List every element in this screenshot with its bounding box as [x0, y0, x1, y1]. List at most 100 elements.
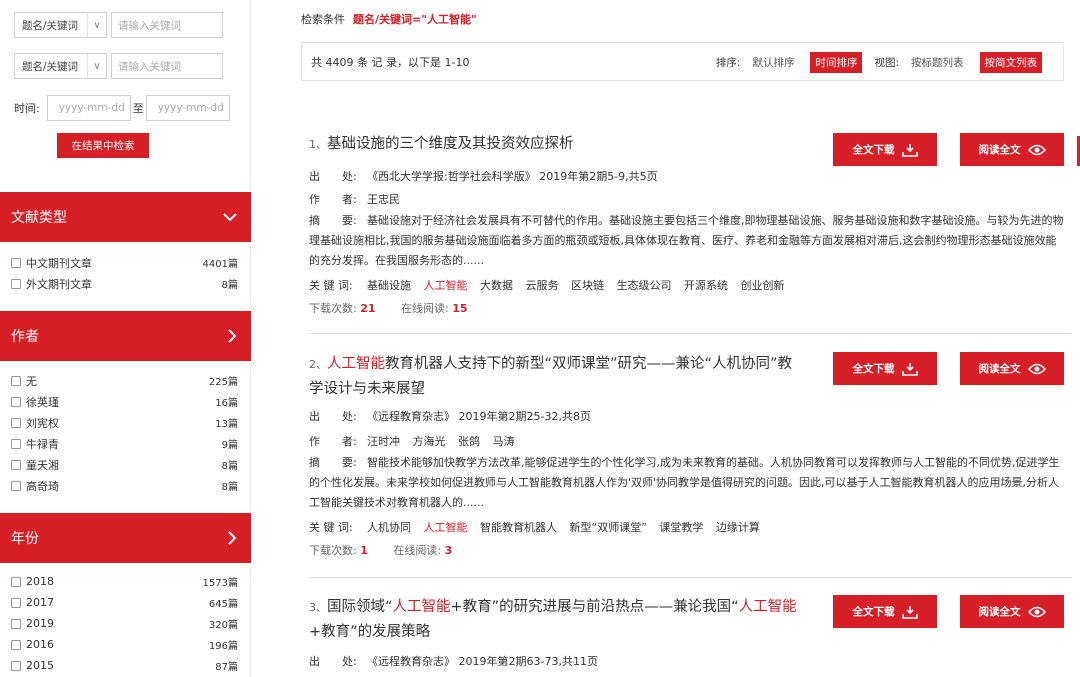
date-from-input[interactable]: yyyy-mm-dd — [46, 95, 131, 121]
read-fulltext-button[interactable]: 阅读全文 — [960, 352, 1064, 385]
checkbox[interactable] — [11, 618, 21, 629]
facet-item[interactable]: 牛禄青 9篇 — [11, 433, 238, 454]
download-fulltext-button[interactable]: 全文下载 — [833, 133, 937, 166]
keyword-link[interactable]: 人机协同 — [367, 521, 411, 534]
read-fulltext-button[interactable]: 阅读全文 — [960, 133, 1064, 166]
view-abstract-list-button[interactable]: 按简文列表 — [979, 52, 1042, 73]
keyword-link[interactable]: 开源系统 — [684, 279, 728, 292]
author-link[interactable]: 马涛 — [493, 435, 515, 448]
facet-item[interactable]: 2019 320篇 — [11, 613, 238, 634]
field-select-2[interactable]: 题名/关键词 ∨ — [14, 53, 107, 79]
download-label: 全文下载 — [852, 606, 895, 618]
facet-item[interactable]: 刘宪权 13篇 — [11, 412, 238, 433]
abstract: 摘 要: 基础设施对于经济社会发展具有不可替代的作用。基础设施主要包括三个维度,即… — [309, 211, 1065, 271]
result-title-link[interactable]: 1、基础设施的三个维度及其投资效应探析 — [309, 132, 809, 157]
title-part: +教育”的研究进展与前沿热点——兼论我国“ — [450, 599, 739, 615]
facet-title: 文献类型 — [11, 210, 67, 226]
keyword-link[interactable]: 课堂教学 — [659, 521, 703, 534]
checkbox[interactable] — [11, 278, 21, 289]
keyword-input-1[interactable]: 请输入关键词 — [111, 12, 223, 38]
facet-header-author[interactable]: 作者 — [0, 311, 251, 361]
facet-header-year[interactable]: 年份 — [0, 513, 251, 563]
facet-item[interactable]: 2018 1573篇 — [11, 571, 238, 592]
author-key: 作 者: — [309, 193, 357, 206]
facet-item-count: 87篇 — [215, 662, 238, 673]
checkbox[interactable] — [11, 396, 21, 407]
keyword-link[interactable]: 区块链 — [571, 279, 604, 292]
facet-item-label: 外文期刊文章 — [26, 277, 92, 291]
facet-item-label: 高奇琦 — [26, 479, 59, 493]
checkbox[interactable] — [11, 597, 21, 608]
keyword-link[interactable]: 人工智能 — [424, 279, 468, 292]
author-link[interactable]: 王忠民 — [367, 191, 400, 207]
date-to-input[interactable]: yyyy-mm-dd — [145, 95, 230, 121]
author-link[interactable]: 汪时冲 — [367, 435, 400, 448]
field-select-1-label: 题名/关键词 — [22, 19, 79, 32]
sort-view-controls: 排序: 默认排序 时间排序 视图: 按标题列表 按简文列表 — [716, 52, 1042, 73]
download-label: 全文下载 — [852, 144, 895, 156]
keyword-link[interactable]: 人工智能 — [424, 521, 468, 534]
checkbox[interactable] — [11, 660, 21, 671]
checkbox[interactable] — [11, 375, 21, 386]
facet-item[interactable]: 外文期刊文章 8篇 — [11, 273, 238, 294]
author-link[interactable]: 方海光 — [413, 435, 446, 448]
downloads-count: 1 — [360, 544, 368, 557]
keyword-link[interactable]: 创业创新 — [741, 279, 785, 292]
facet-item[interactable]: 中文期刊文章 4401篇 — [11, 252, 238, 273]
sort-time-button[interactable]: 时间排序 — [810, 52, 863, 73]
keyword-link[interactable]: 智能教育机器人 — [480, 521, 557, 534]
checkbox[interactable] — [11, 576, 21, 587]
facet-item[interactable]: 童天湘 8篇 — [11, 454, 238, 475]
sort-default-link[interactable]: 默认排序 — [752, 55, 794, 70]
facet-item[interactable]: 徐英瑾 16篇 — [11, 391, 238, 412]
result-title-link[interactable]: 2、人工智能教育机器人支持下的新型“双师课堂”研究——兼论“人机协同”教学设计与… — [309, 352, 799, 401]
author-link[interactable]: 张鸽 — [458, 435, 480, 448]
keyword-input-2[interactable]: 请输入关键词 — [111, 53, 223, 79]
source-value[interactable]: 《远程教育杂志》 2019年第2期63-73,共11页 — [367, 653, 598, 669]
facet-item[interactable]: 2015 87篇 — [11, 655, 238, 676]
search-row-1: 题名/关键词 ∨ 请输入关键词 — [14, 12, 223, 38]
keyword-link[interactable]: 生态级公司 — [617, 279, 672, 292]
result-title-link[interactable]: 3、国际领域“人工智能+教育”的研究进展与前沿热点——兼论我国“人工智能+教育”… — [309, 595, 799, 644]
source-value[interactable]: 《西北大学学报:哲学社会科学版》 2019年第2期5-9,共5页 — [367, 168, 658, 184]
facet-item-label: 刘宪权 — [26, 416, 59, 430]
download-icon — [901, 362, 918, 376]
keyword-link[interactable]: 云服务 — [526, 279, 559, 292]
keyword-link[interactable]: 基础设施 — [367, 279, 411, 292]
facet-item[interactable]: 无 225篇 — [11, 370, 238, 391]
facet-header-doctype[interactable]: 文献类型 — [0, 192, 251, 242]
field-select-1[interactable]: 题名/关键词 ∨ — [14, 12, 107, 38]
read-label: 阅读全文 — [978, 606, 1021, 618]
source-value[interactable]: 《远程教育杂志》 2019年第2期25-32,共8页 — [367, 408, 591, 424]
author-row: 作 者: 王忠民 — [309, 191, 400, 207]
keyword-link[interactable]: 大数据 — [480, 279, 513, 292]
facet-item-count: 8篇 — [221, 461, 238, 472]
download-fulltext-button[interactable]: 全文下载 — [833, 595, 937, 628]
download-fulltext-button[interactable]: 全文下载 — [833, 352, 937, 385]
checkbox[interactable] — [11, 459, 21, 470]
facet-item[interactable]: 高奇琦 8篇 — [11, 475, 238, 496]
view-title-list-link[interactable]: 按标题列表 — [911, 55, 964, 70]
keyword-link[interactable]: 边缘计算 — [716, 521, 760, 534]
result-stats: 下载次数: 21 在线阅读: 15 — [309, 300, 490, 316]
downloads-label: 下载次数: — [309, 302, 357, 315]
checkbox[interactable] — [11, 438, 21, 449]
abstract-text: 智能技术能够加快教学方法改革,能够促进学生的个性化学习,成为未来教育的基础。人机… — [309, 456, 1060, 509]
search-in-results-button[interactable]: 在结果中检索 — [57, 133, 149, 158]
keyword-link[interactable]: 新型“双师课堂” — [570, 521, 647, 534]
read-label: 阅读全文 — [978, 144, 1021, 156]
facet-item-count: 4401篇 — [202, 259, 238, 270]
read-fulltext-button[interactable]: 阅读全文 — [960, 595, 1064, 628]
checkbox[interactable] — [11, 480, 21, 491]
result-item: 1、基础设施的三个维度及其投资效应探析 出 处: 《西北大学学报:哲学社会科学版… — [309, 132, 1069, 315]
checkbox[interactable] — [11, 639, 21, 650]
checkbox[interactable] — [11, 257, 21, 268]
facet-item-count: 8篇 — [221, 482, 238, 493]
result-divider — [309, 333, 1071, 334]
checkbox[interactable] — [11, 417, 21, 428]
field-select-2-label: 题名/关键词 — [22, 60, 79, 73]
facet-item[interactable]: 2016 196篇 — [11, 634, 238, 655]
facet-item[interactable]: 2017 645篇 — [11, 592, 238, 613]
title-part: 国际领域“ — [327, 599, 393, 615]
downloads-count: 21 — [360, 302, 376, 315]
